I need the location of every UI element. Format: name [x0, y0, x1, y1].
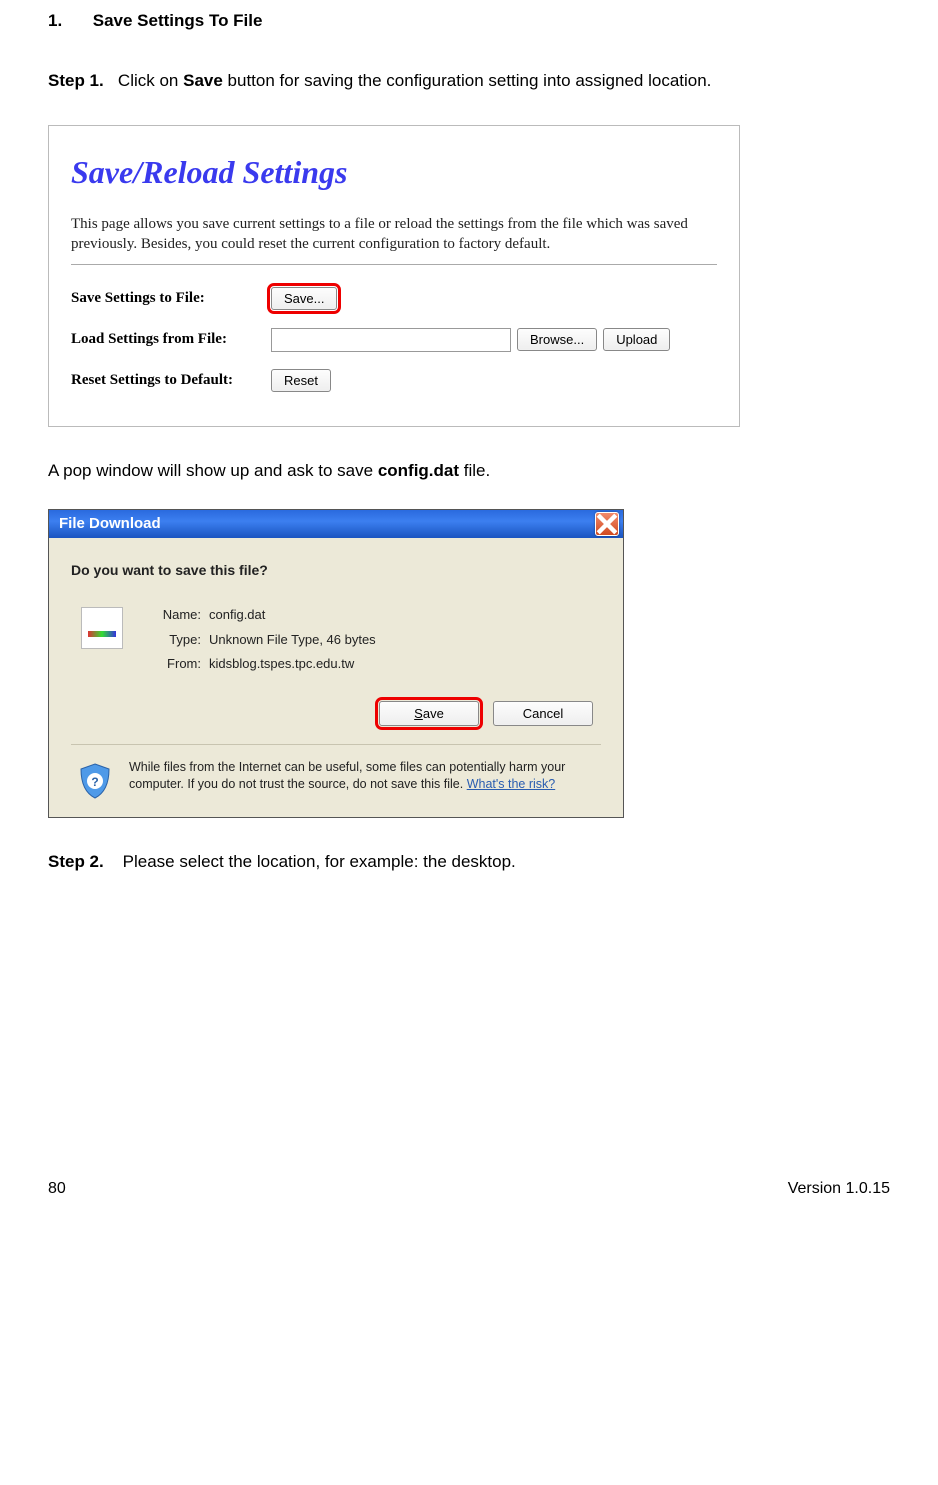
meta-name: Name: config.dat — [143, 603, 601, 628]
dialog-question: Do you want to save this file? — [71, 558, 601, 583]
row2-label: Load Settings from File: — [71, 326, 271, 353]
mid-suffix: file. — [459, 461, 490, 480]
dialog-title: File Download — [59, 510, 595, 537]
dialog-titlebar: File Download — [49, 510, 623, 538]
load-file-input[interactable] — [271, 328, 511, 352]
step1-text-1: Click on — [118, 71, 183, 90]
meta-from: From: kidsblog.tspes.tpc.edu.tw — [143, 652, 601, 677]
mid-bold: config.dat — [378, 461, 459, 480]
dialog-divider — [71, 744, 601, 745]
screenshot-file-download-dialog: File Download Do you want to save this f… — [48, 509, 624, 818]
screenshot1-heading: Save/Reload Settings — [71, 144, 717, 202]
step1-text-2: button for saving the configuration sett… — [223, 71, 712, 90]
name-value: config.dat — [209, 603, 265, 628]
type-value: Unknown File Type, 46 bytes — [209, 628, 376, 653]
section-number: 1. — [48, 6, 88, 37]
upload-button[interactable]: Upload — [603, 328, 670, 351]
page-number: 80 — [48, 1180, 66, 1197]
row1-label: Save Settings to File: — [71, 285, 271, 312]
dialog-save-button[interactable]: Save — [379, 701, 479, 726]
dialog-body: Do you want to save this file? Name: con… — [49, 538, 623, 817]
reset-button[interactable]: Reset — [271, 369, 331, 392]
type-key: Type: — [143, 628, 201, 653]
from-value: kidsblog.tspes.tpc.edu.tw — [209, 652, 354, 677]
file-info-row: Name: config.dat Type: Unknown File Type… — [71, 603, 601, 677]
screenshot-save-reload: Save/Reload Settings This page allows yo… — [48, 125, 740, 427]
step-1: Step 1. Click on Save button for saving … — [48, 61, 890, 102]
step2-text: Please select the location, for example:… — [123, 852, 516, 871]
shield-icon: ? — [75, 761, 115, 801]
file-icon — [81, 607, 123, 649]
browse-button[interactable]: Browse... — [517, 328, 597, 351]
section-heading: 1. Save Settings To File — [48, 6, 890, 37]
row-reset-default: Reset Settings to Default: Reset — [71, 367, 717, 394]
row-save-to-file: Save Settings to File: Save... — [71, 285, 717, 312]
save-rest: ave — [423, 706, 444, 721]
name-key: Name: — [143, 603, 201, 628]
svg-text:?: ? — [91, 775, 98, 789]
close-icon[interactable] — [595, 512, 619, 536]
divider — [71, 264, 717, 265]
whats-the-risk-link[interactable]: What's the risk? — [467, 777, 556, 791]
page-footer: 80 Version 1.0.15 — [48, 1175, 890, 1199]
step1-label: Step 1. — [48, 71, 104, 90]
version-text: Version 1.0.15 — [788, 1175, 890, 1204]
mid-text: A pop window will show up and ask to sav… — [48, 457, 890, 484]
row3-label: Reset Settings to Default: — [71, 367, 271, 394]
meta-type: Type: Unknown File Type, 46 bytes — [143, 628, 601, 653]
save-button[interactable]: Save... — [271, 287, 337, 310]
warning-text: While files from the Internet can be use… — [129, 759, 601, 794]
from-key: From: — [143, 652, 201, 677]
dialog-buttons: Save Cancel — [71, 701, 593, 726]
save-underline: S — [414, 706, 423, 721]
row-load-from-file: Load Settings from File: Browse... Uploa… — [71, 326, 717, 353]
screenshot1-desc: This page allows you save current settin… — [71, 214, 717, 255]
section-title-text: Save Settings To File — [93, 11, 263, 30]
step-2: Step 2. Please select the location, for … — [48, 848, 890, 875]
warning-row: ? While files from the Internet can be u… — [71, 759, 601, 801]
dialog-cancel-button[interactable]: Cancel — [493, 701, 593, 726]
mid-prefix: A pop window will show up and ask to sav… — [48, 461, 378, 480]
step2-label: Step 2. — [48, 852, 104, 871]
step1-save-word: Save — [183, 71, 223, 90]
